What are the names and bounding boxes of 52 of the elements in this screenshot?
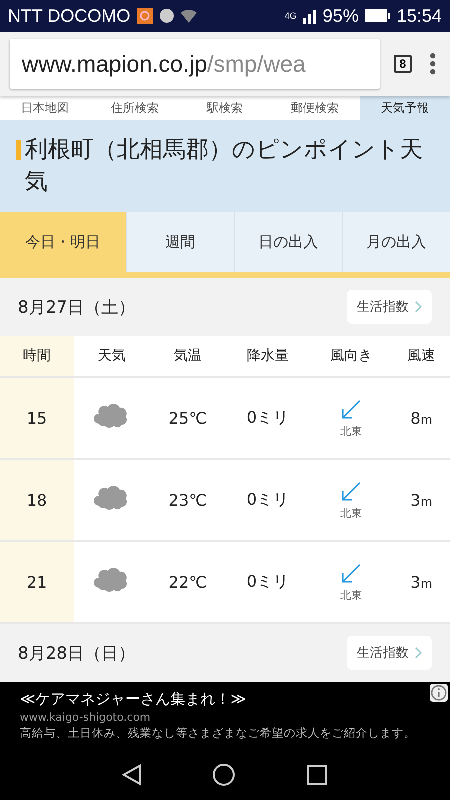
- carrier-name: NTT DOCOMO: [8, 6, 131, 26]
- temperature-cell: 23℃: [150, 459, 226, 541]
- column-header: 風速: [393, 336, 450, 377]
- site-nav-link[interactable]: 天気予報: [360, 96, 450, 120]
- temperature-cell: 25℃: [150, 377, 226, 459]
- chevron-right-icon: [415, 301, 422, 313]
- back-button[interactable]: [122, 764, 142, 786]
- ad-url: www.kaigo-shigoto.com: [20, 711, 152, 724]
- address-bar[interactable]: www.mapion.co.jp/smp/wea: [10, 39, 380, 89]
- wind-arrow-icon: [339, 562, 364, 586]
- time-cell: 21: [0, 541, 74, 623]
- life-index-button[interactable]: 生活指数: [347, 636, 432, 670]
- site-nav-link[interactable]: 日本地図: [0, 96, 90, 120]
- column-header: 降水量: [226, 336, 310, 377]
- site-nav-link[interactable]: 駅検索: [180, 96, 270, 120]
- battery-icon: [364, 9, 391, 23]
- wind-speed-cell: 3 m: [393, 459, 450, 541]
- ad-text: 高給与、土日休み、残業なし等さまざまなご希望の求人をご紹介します。: [20, 726, 417, 741]
- time-cell: 15: [0, 377, 74, 459]
- wifi-icon: [180, 9, 197, 23]
- column-header: 時間: [0, 336, 74, 377]
- tab[interactable]: 今日・明日: [0, 212, 126, 272]
- column-header: 気温: [150, 336, 226, 377]
- wind-speed-cell: 8m: [393, 377, 450, 459]
- wind-direction: 北東: [340, 506, 362, 520]
- wind-arrow-icon: [339, 480, 364, 504]
- network-type: 4G: [284, 11, 297, 21]
- recent-apps-button[interactable]: [306, 764, 328, 786]
- life-index-button[interactable]: 生活指数: [347, 290, 432, 324]
- site-nav-link[interactable]: 住所検索: [90, 96, 180, 120]
- time-cell: 18: [0, 459, 74, 541]
- ad-headline[interactable]: ≪ケアマネジャーさん集まれ！≫: [20, 690, 430, 709]
- info-icon[interactable]: [430, 684, 448, 702]
- date-heading: 8月28日（日）: [18, 642, 136, 664]
- column-header: 天気: [74, 336, 150, 377]
- tab-count-button[interactable]: 8: [394, 55, 412, 73]
- precipitation-cell: 0ミリ: [226, 459, 310, 541]
- title-accent: [16, 140, 21, 160]
- chevron-right-icon: [415, 647, 422, 659]
- date-heading: 8月27日（土）: [18, 296, 136, 318]
- clock: 15:54: [396, 6, 442, 26]
- wind-arrow-icon: [339, 398, 364, 422]
- column-header: 風向き: [310, 336, 394, 377]
- precipitation-cell: 0ミリ: [226, 377, 310, 459]
- battery-percent: 95%: [322, 6, 359, 26]
- page-title: 利根町（北相馬郡）のピンポイント天気: [25, 136, 424, 197]
- site-nav-link[interactable]: 郵便検索: [270, 96, 360, 120]
- app-notification-icon: [136, 8, 153, 24]
- signal-icon: [302, 8, 317, 24]
- home-button[interactable]: [212, 763, 236, 787]
- wind-direction: 北東: [340, 588, 362, 602]
- wind-direction: 北東: [340, 424, 362, 438]
